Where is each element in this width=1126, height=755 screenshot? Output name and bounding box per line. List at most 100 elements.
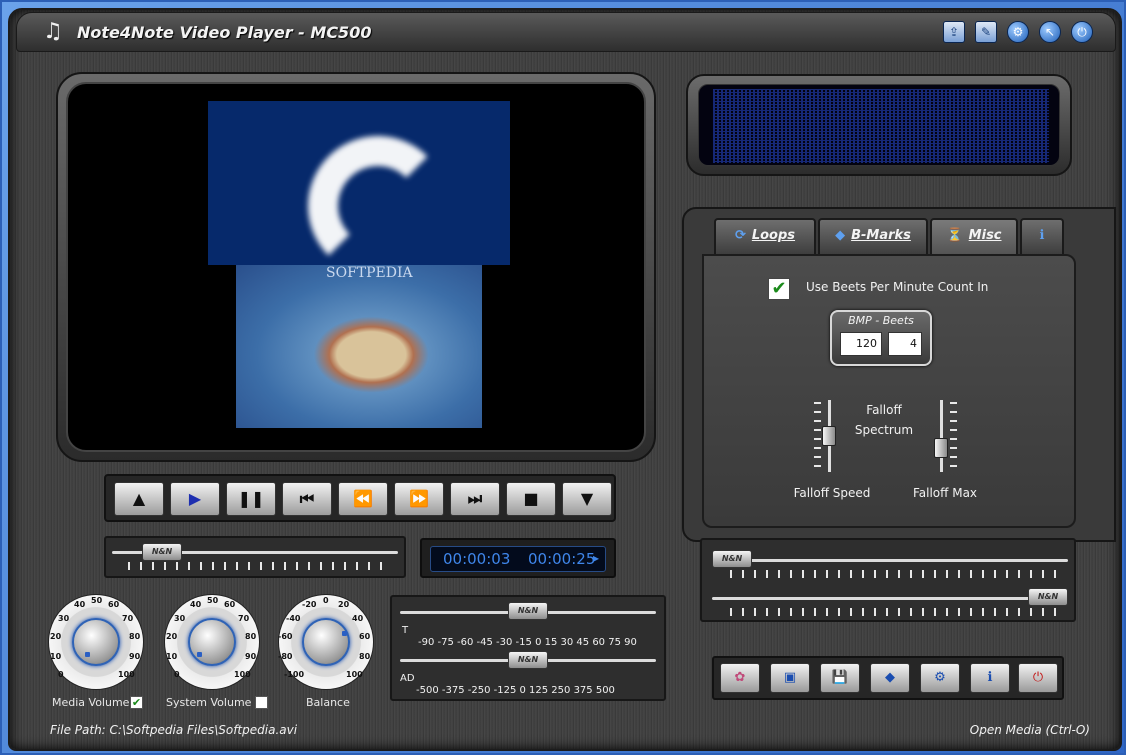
tempo-thumb[interactable]: N&N [508, 602, 548, 620]
fast-forward-button[interactable]: ⏩ [394, 482, 444, 516]
tempo-letter: T [402, 625, 409, 636]
power-icon[interactable]: ⏻ [1071, 21, 1093, 43]
spectrum-grid [713, 89, 1049, 163]
tempo-pitch-panel: N&N T -90 -75 -60 -45 -30 -15 0 15 30 45… [390, 595, 666, 701]
loop-start-track[interactable] [746, 559, 1068, 562]
knob-tick-label: 100 [346, 670, 363, 679]
system-volume-checkbox[interactable] [255, 696, 268, 709]
knob-tick-label: 90 [245, 652, 257, 661]
rewind-button[interactable]: ⏪ [338, 482, 388, 516]
balance-knob[interactable]: -100 -80 -60 -40 -20 0 20 40 60 80 100 [278, 594, 374, 690]
file-path: File Path: C:\Softpedia Files\Softpedia.… [50, 723, 298, 737]
video-frame-image [236, 265, 482, 428]
eject-down-button[interactable]: ▼ [562, 482, 612, 516]
stop-button[interactable]: ■ [506, 482, 556, 516]
knob-cap[interactable] [188, 618, 236, 666]
knob-tick-label: 0 [323, 596, 329, 605]
bookmark-icon: ◆ [835, 228, 846, 243]
softpedia-s-logo [308, 136, 448, 276]
knob-cap[interactable] [72, 618, 120, 666]
tab-bmarks[interactable]: ◆ B-Marks [818, 218, 928, 254]
app-window: ♫ Note4Note Video Player - MC500 ⇪ ✎ ⚙ ↖… [0, 0, 1126, 755]
open-media-link[interactable]: Open Media (Ctrl-O) [970, 723, 1090, 737]
loop-end-thumb[interactable]: N&N [1028, 588, 1068, 606]
knob-indicator [85, 652, 90, 657]
help-pointer-icon[interactable]: ↖ [1039, 21, 1061, 43]
knob-tick-label: -20 [302, 600, 317, 609]
skip-forward-button[interactable]: ⏭ [450, 482, 500, 516]
skip-back-button[interactable]: ⏮ [282, 482, 332, 516]
tab-bmarks-label: B-Marks [851, 228, 911, 243]
loop-sliders-panel: N&N N&N [700, 538, 1076, 622]
export-icon[interactable]: ⇪ [943, 21, 965, 43]
pitch-scale: -500 -375 -250 -125 0 125 250 375 500 [416, 685, 615, 696]
color-icon[interactable]: ✿ [720, 663, 760, 693]
knob-tick-label: 70 [238, 614, 250, 623]
tempo-scale: -90 -75 -60 -45 -30 -15 0 15 30 45 60 75… [418, 637, 637, 648]
knob-cap[interactable] [302, 618, 350, 666]
title-icons: ⇪ ✎ ⚙ ↖ ⏻ [943, 21, 1093, 43]
video-watermark: SOFTPEDIA [326, 265, 413, 281]
transport-bar: ▲ ▶ ❚❚ ⏮ ⏪ ⏩ ⏭ ■ ▼ [104, 474, 616, 522]
loop-icon: ⟳ [734, 228, 746, 243]
balance-label: Balance [306, 696, 350, 709]
knob-tick-label: 0 [174, 670, 180, 679]
falloff-max-thumb[interactable] [934, 438, 948, 458]
count-in-checkbox[interactable]: ✔ [768, 278, 790, 300]
settings-icon[interactable]: ⚙ [920, 663, 960, 693]
tab-loops[interactable]: ⟳ Loops [714, 218, 816, 254]
power-icon[interactable]: ⏻ [1018, 663, 1058, 693]
settings-icon[interactable]: ⚙ [1007, 21, 1029, 43]
misc-tab-body [702, 254, 1076, 528]
bookmark-icon[interactable]: ◆ [870, 663, 910, 693]
eject-up-button[interactable]: ▲ [114, 482, 164, 516]
loop-start-ticks [730, 570, 1060, 578]
knob-tick-label: 20 [50, 632, 62, 641]
utility-bar: ✿ ▣ 💾 ◆ ⚙ ℹ ⏻ [712, 656, 1064, 700]
falloff-max-track[interactable] [940, 400, 943, 472]
falloff-max-ticks [950, 402, 957, 470]
knob-tick-label: 70 [122, 614, 134, 623]
time-display-panel: 00:00:03 00:00:25 ▸ [420, 538, 616, 578]
title-bar[interactable]: ♫ Note4Note Video Player - MC500 ⇪ ✎ ⚙ ↖… [16, 12, 1116, 52]
pitch-letter: AD [400, 673, 415, 684]
system-volume-knob[interactable]: 0 10 20 30 40 50 60 70 80 90 100 [164, 594, 260, 690]
spectrum-visualizer [698, 84, 1060, 166]
pause-button[interactable]: ❚❚ [226, 482, 276, 516]
tab-misc[interactable]: ⏳ Misc [930, 218, 1018, 254]
loop-end-track[interactable] [712, 597, 1030, 600]
knob-tick-label: 50 [207, 596, 219, 605]
knob-tick-label: 100 [234, 670, 251, 679]
seek-ticks [128, 562, 384, 570]
status-bar: File Path: C:\Softpedia Files\Softpedia.… [42, 718, 1102, 742]
monitor-icon[interactable]: ▣ [770, 663, 810, 693]
knob-tick-label: -80 [278, 652, 293, 661]
knob-tick-label: 50 [91, 596, 103, 605]
knob-tick-label: -60 [278, 632, 293, 641]
knob-tick-label: 40 [352, 614, 364, 623]
count-in-label: Use Beets Per Minute Count In [806, 280, 989, 294]
note4note-logo-icon[interactable]: ♫ [43, 19, 71, 47]
knob-tick-label: 30 [58, 614, 70, 623]
falloff-speed-thumb[interactable] [822, 426, 836, 446]
media-volume-knob[interactable]: 0 10 20 30 40 50 60 70 80 90 100 [48, 594, 144, 690]
falloff-speed-label: Falloff Speed [793, 486, 871, 500]
tab-info[interactable]: ℹ [1020, 218, 1064, 254]
seek-thumb[interactable]: N&N [142, 543, 182, 561]
info-icon[interactable]: ℹ [970, 663, 1010, 693]
beets-input[interactable]: 4 [888, 332, 922, 356]
bmp-title: BMP - Beets [848, 314, 914, 327]
play-button[interactable]: ▶ [170, 482, 220, 516]
knob-tick-label: 80 [359, 652, 371, 661]
save-icon[interactable]: 💾 [820, 663, 860, 693]
knob-tick-label: 40 [190, 600, 202, 609]
edit-icon[interactable]: ✎ [975, 21, 997, 43]
loop-start-thumb[interactable]: N&N [712, 550, 752, 568]
falloff-spectrum-label: Falloff Spectrum [854, 403, 914, 437]
pitch-thumb[interactable]: N&N [508, 651, 548, 669]
media-volume-checkbox[interactable]: ✔ [130, 696, 143, 709]
time-toggle-arrow-icon[interactable]: ▸ [593, 551, 599, 565]
knob-tick-label: 10 [50, 652, 62, 661]
bmp-input[interactable]: 120 [840, 332, 882, 356]
video-screen[interactable]: SOFTPEDIA [66, 82, 646, 452]
